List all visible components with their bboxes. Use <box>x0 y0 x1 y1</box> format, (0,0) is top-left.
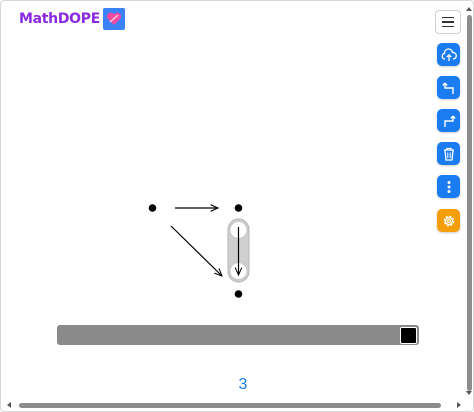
horizontal-scrollbar[interactable] <box>5 401 463 409</box>
settings-button[interactable] <box>437 209 460 232</box>
scroll-right-icon[interactable] <box>455 401 463 409</box>
arrow-diagonal[interactable] <box>170 225 222 276</box>
hamburger-menu-icon[interactable] <box>435 10 461 34</box>
trash-icon <box>443 147 454 161</box>
node-top-right[interactable] <box>234 204 243 212</box>
page-number[interactable]: 3 <box>231 376 255 394</box>
diagram-canvas[interactable] <box>1 1 431 321</box>
undo-button[interactable] <box>437 76 460 99</box>
timeline-slider[interactable] <box>57 325 419 345</box>
gear-icon <box>443 215 454 226</box>
node-top-left[interactable] <box>148 204 157 212</box>
undo-arrow-icon <box>441 82 454 94</box>
delete-button[interactable] <box>437 142 460 165</box>
app-window: MathDOPE 3 <box>0 0 474 412</box>
redo-button[interactable] <box>437 109 460 132</box>
more-button[interactable] <box>437 175 460 198</box>
horizontal-scroll-thumb[interactable] <box>19 403 441 408</box>
upload-button[interactable] <box>437 43 460 66</box>
vertical-scrollbar[interactable] <box>465 5 473 397</box>
vertical-dots-icon <box>447 180 450 193</box>
scroll-down-icon[interactable] <box>465 389 473 397</box>
redo-arrow-icon <box>443 115 456 127</box>
cloud-upload-icon <box>441 47 457 61</box>
slider-handle[interactable] <box>400 327 417 344</box>
node-bottom-right[interactable] <box>234 290 243 298</box>
scroll-left-icon[interactable] <box>5 401 13 409</box>
scroll-up-icon[interactable] <box>465 5 473 13</box>
vertical-scroll-thumb[interactable] <box>467 15 472 391</box>
